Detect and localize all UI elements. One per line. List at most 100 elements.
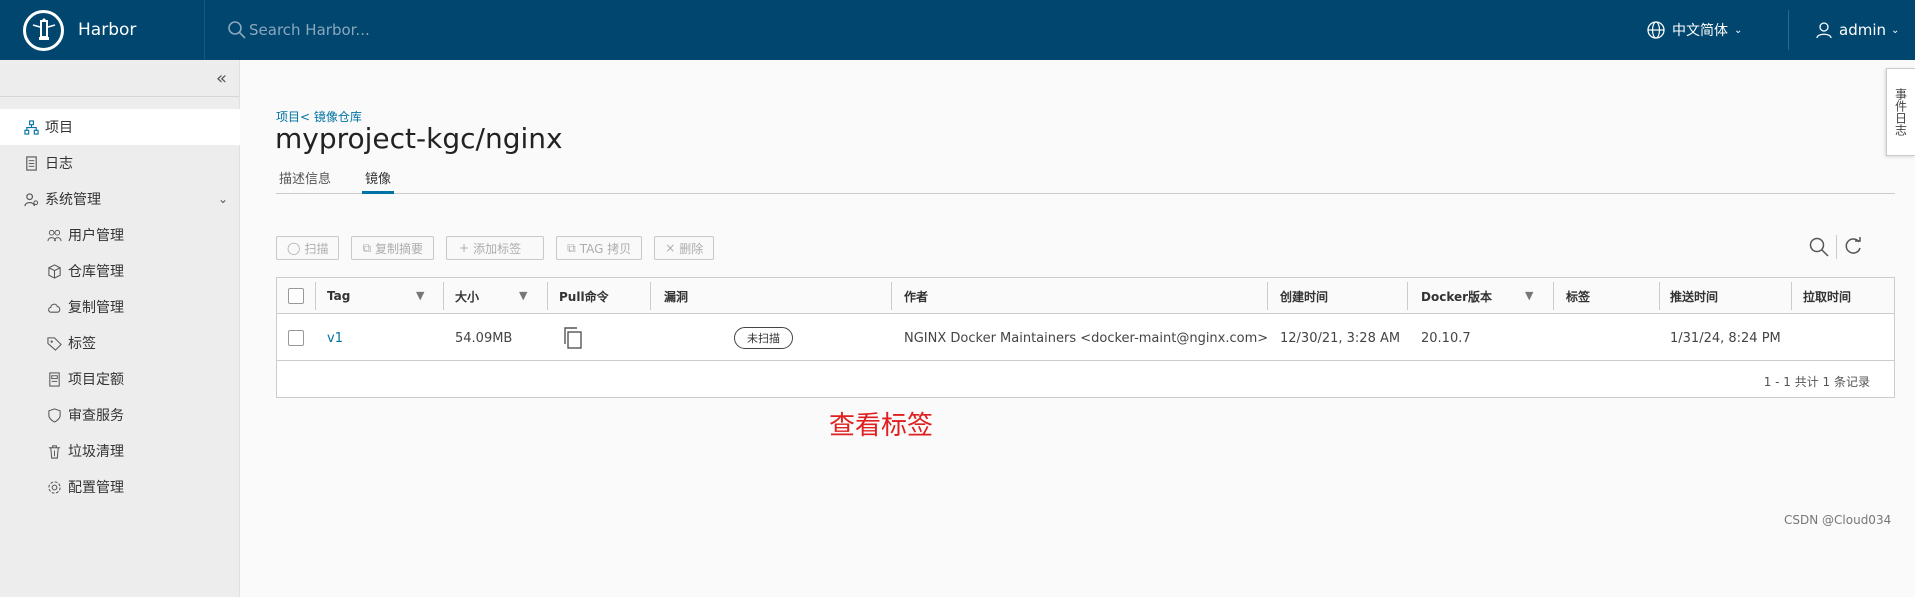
scan-label: 扫描	[304, 241, 329, 256]
tab-images[interactable]: 镜像	[362, 165, 395, 194]
quota-icon	[46, 371, 62, 387]
global-search	[227, 0, 549, 60]
docker-version-cell: 20.10.7	[1421, 330, 1471, 346]
sidebar-item-replications[interactable]: 复制管理	[0, 289, 240, 325]
column-divider	[1267, 282, 1268, 310]
toolbar: ◯ 扫描 ⧉ 复制摘要 + 添加标签 ⧉ TAG 拷贝 × 删除	[276, 236, 726, 260]
delete-button[interactable]: × 删除	[654, 236, 715, 260]
search-icon[interactable]	[1808, 236, 1830, 258]
add-label-label: 添加标签	[473, 241, 522, 256]
copy-icon: ⧉	[362, 240, 372, 255]
tag-link[interactable]: v1	[327, 315, 343, 361]
chevron-down-icon: ⌄	[1734, 24, 1743, 36]
sidebar-item-registries[interactable]: 仓库管理	[0, 253, 240, 289]
copy-pull-command-icon[interactable]	[562, 315, 584, 361]
language-label: 中文简体	[1672, 23, 1728, 39]
admin-icon	[23, 191, 39, 207]
copy-icon: ⧉	[567, 240, 576, 255]
username: admin	[1839, 21, 1886, 39]
users-icon	[46, 227, 62, 243]
column-divider	[315, 282, 316, 310]
sidebar-item-logs[interactable]: 日志	[0, 145, 240, 181]
column-divider	[650, 282, 651, 310]
column-push-time[interactable]: 推送时间	[1670, 278, 1718, 314]
harbor-logo-icon	[23, 9, 64, 51]
sidebar-item-quotas[interactable]: 项目定额	[0, 361, 240, 397]
tag-icon	[46, 335, 62, 351]
brand-name: Harbor	[78, 20, 137, 40]
sidebar-item-label: 仓库管理	[68, 264, 124, 280]
close-icon: ×	[665, 241, 676, 255]
push-time-cell: 1/31/24, 8:24 PM	[1670, 330, 1781, 346]
event-log-tab[interactable]: 事件日志	[1886, 68, 1915, 156]
search-input[interactable]	[249, 21, 549, 39]
filter-icon[interactable]: ▼	[416, 289, 424, 302]
size-cell: 54.09MB	[455, 330, 513, 346]
header-divider	[1788, 10, 1789, 50]
scan-button[interactable]: ◯ 扫描	[276, 236, 340, 260]
chevron-down-icon: ⌄	[1891, 24, 1900, 36]
sidebar-item-label: 系统管理	[45, 192, 101, 208]
column-created[interactable]: 创建时间	[1280, 278, 1328, 314]
sidebar-item-label: 审查服务	[68, 408, 124, 424]
search-icon	[228, 21, 246, 39]
select-all-checkbox[interactable]	[288, 288, 304, 304]
column-vulnerabilities[interactable]: 漏洞	[664, 278, 688, 314]
tag-copy-label: TAG 拷贝	[579, 241, 632, 256]
sidebar-item-projects[interactable]: 项目	[0, 109, 240, 145]
sidebar-item-label: 垃圾清理	[68, 444, 124, 460]
column-pull-time[interactable]: 拉取时间	[1803, 278, 1851, 314]
tag-copy-button[interactable]: ⧉ TAG 拷贝	[556, 236, 643, 260]
sidebar-item-garbage-collection[interactable]: 垃圾清理	[0, 433, 240, 469]
sidebar-item-configuration[interactable]: 配置管理	[0, 469, 240, 505]
created-cell: 12/30/21, 3:28 AM	[1280, 330, 1401, 346]
sidebar: « 项目 日志 系统管理 ⌄ 用户管理 仓库管理 复制管理 标签 项目定额 审查…	[0, 60, 240, 597]
table-header: Tag ▼ 大小 ▼ Pull命令 漏洞 作者 创建时间 Docker版本 ▼ …	[277, 278, 1894, 314]
chevron-down-icon: ⌄	[217, 192, 228, 206]
filter-icon[interactable]: ▼	[1525, 289, 1533, 302]
add-label-button[interactable]: + 添加标签	[446, 236, 545, 260]
globe-icon	[1647, 21, 1665, 39]
trash-icon	[46, 443, 62, 459]
images-table: Tag ▼ 大小 ▼ Pull命令 漏洞 作者 创建时间 Docker版本 ▼ …	[276, 277, 1895, 398]
projects-icon	[23, 119, 39, 135]
filter-icon[interactable]: ▼	[519, 289, 527, 302]
brand[interactable]: Harbor	[0, 0, 205, 60]
column-divider	[443, 282, 444, 310]
column-author: 作者	[904, 289, 929, 304]
column-pull-command: Pull命令	[559, 289, 609, 304]
column-divider	[1659, 282, 1660, 310]
row-checkbox[interactable]	[288, 330, 304, 346]
sidebar-item-label: 用户管理	[68, 228, 124, 244]
column-divider	[1791, 282, 1792, 310]
shield-check-icon: ◯	[287, 241, 301, 255]
user-menu[interactable]: admin ⌄	[1814, 0, 1899, 60]
tab-bar: 描述信息 镜像	[276, 165, 1895, 194]
collapse-icon[interactable]: «	[216, 68, 227, 89]
sidebar-item-label: 复制管理	[68, 300, 124, 316]
sidebar-item-labels[interactable]: 标签	[0, 325, 240, 361]
page-title: myproject-kgc/nginx	[275, 122, 563, 155]
sidebar-item-interrogation-services[interactable]: 审查服务	[0, 397, 240, 433]
user-icon	[1816, 22, 1832, 39]
sidebar-item-system-admin[interactable]: 系统管理 ⌄	[0, 181, 240, 217]
plus-icon: +	[459, 241, 470, 255]
sidebar-item-label: 标签	[68, 336, 96, 352]
copy-digest-label: 复制摘要	[375, 241, 424, 256]
refresh-icon[interactable]	[1842, 236, 1864, 258]
tab-info[interactable]: 描述信息	[276, 165, 334, 194]
copy-digest-button[interactable]: ⧉ 复制摘要	[351, 236, 435, 260]
sidebar-item-label: 日志	[45, 156, 73, 172]
shield-icon	[46, 407, 62, 423]
vulnerability-cell: 未扫描	[734, 315, 793, 361]
author-cell: NGINX Docker Maintainers <docker-maint@n…	[904, 330, 1269, 346]
delete-label: 删除	[679, 241, 704, 256]
column-tag[interactable]: Tag	[327, 278, 350, 314]
watermark: CSDN @Cloud034	[1784, 513, 1892, 527]
top-header: Harbor 中文简体 ⌄ admin ⌄	[0, 0, 1915, 60]
language-selector[interactable]: 中文简体 ⌄	[1646, 0, 1742, 60]
table-row: v1 54.09MB 未扫描 NGINX Docker Maintainers …	[277, 315, 1894, 361]
column-size[interactable]: 大小	[455, 278, 479, 314]
column-docker-version[interactable]: Docker版本	[1421, 278, 1492, 314]
sidebar-item-users[interactable]: 用户管理	[0, 217, 240, 253]
